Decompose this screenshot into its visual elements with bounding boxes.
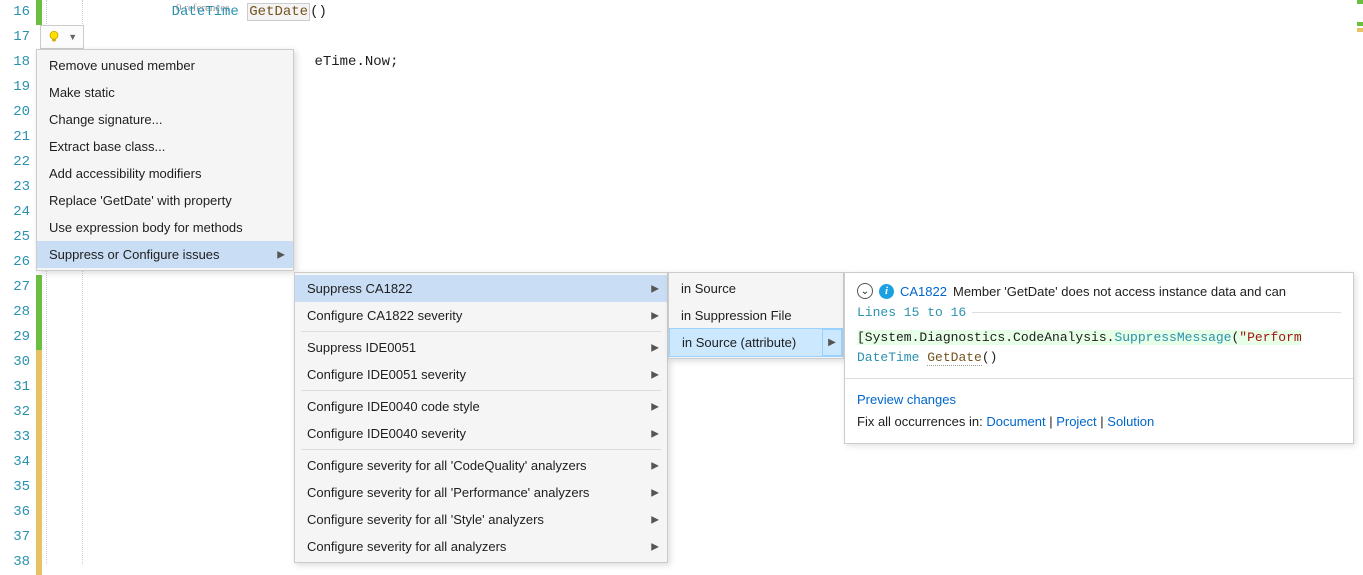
quick-action-item[interactable]: Make static — [37, 79, 293, 106]
submenu-arrow-icon: ▶ — [651, 460, 659, 471]
line-number: 21 — [0, 125, 30, 150]
suppress-target-item[interactable]: in Source (attribute)▶ — [669, 328, 843, 357]
suppress-menu-item[interactable]: Configure IDE0040 code style▶ — [295, 393, 667, 420]
menu-separator — [301, 449, 661, 450]
quick-action-item[interactable]: Add accessibility modifiers — [37, 160, 293, 187]
line-number-gutter: 1617181920212223242526272829303132333435… — [0, 0, 36, 564]
type-keyword: DateTime — [172, 4, 239, 20]
line-number: 32 — [0, 400, 30, 425]
code-fragment: eTime — [314, 54, 356, 70]
suppress-menu-item[interactable]: Suppress CA1822▶ — [295, 275, 667, 302]
quick-actions-menu: Remove unused memberMake staticChange si… — [36, 49, 294, 271]
suppress-menu-item[interactable]: Configure IDE0040 severity▶ — [295, 420, 667, 447]
line-number: 28 — [0, 300, 30, 325]
suppress-target-item[interactable]: in Suppression File — [669, 302, 843, 329]
line-number: 26 — [0, 250, 30, 275]
quick-action-item[interactable]: Remove unused member — [37, 52, 293, 79]
submenu-arrow-icon: ▶ — [651, 401, 659, 412]
submenu-arrow-icon: ▶ — [651, 514, 659, 525]
submenu-arrow-icon: ▶ — [822, 329, 842, 356]
line-number: 27 — [0, 275, 30, 300]
line-number: 34 — [0, 450, 30, 475]
quick-action-item[interactable]: Suppress or Configure issues▶ — [37, 241, 293, 268]
submenu-arrow-icon: ▶ — [651, 428, 659, 439]
method-name: GetDate — [247, 3, 310, 21]
property-name: Now — [365, 54, 390, 70]
line-number: 23 — [0, 175, 30, 200]
suppress-menu-item[interactable]: Configure severity for all 'CodeQuality'… — [295, 452, 667, 479]
suppress-menu-item[interactable]: Configure severity for all 'Performance'… — [295, 479, 667, 506]
suppress-menu-item[interactable]: Configure severity for all analyzers▶ — [295, 533, 667, 560]
quick-action-item[interactable]: Extract base class... — [37, 133, 293, 160]
minimap-marker — [1357, 22, 1363, 26]
minimap-marker — [1357, 28, 1363, 32]
info-icon: i — [879, 284, 894, 299]
fix-all-label: Fix all occurrences in: — [857, 414, 983, 429]
line-number: 18 — [0, 50, 30, 75]
submenu-arrow-icon: ▶ — [651, 310, 659, 321]
submenu-arrow-icon: ▶ — [651, 369, 659, 380]
diagnostic-message: Member 'GetDate' does not access instanc… — [953, 284, 1286, 299]
fix-solution-link[interactable]: Solution — [1107, 414, 1154, 429]
quick-action-item[interactable]: Use expression body for methods — [37, 214, 293, 241]
lightbulb-button[interactable]: ▼ — [40, 25, 84, 49]
lightbulb-icon — [47, 30, 61, 44]
line-number: 25 — [0, 225, 30, 250]
line-number: 22 — [0, 150, 30, 175]
line-number: 35 — [0, 475, 30, 500]
expand-down-icon[interactable]: ⌄ — [857, 283, 873, 299]
submenu-arrow-icon: ▶ — [277, 249, 285, 260]
fix-document-link[interactable]: Document — [986, 414, 1045, 429]
line-number: 33 — [0, 425, 30, 450]
suppress-menu-item[interactable]: Suppress IDE0051▶ — [295, 334, 667, 361]
quick-action-item[interactable]: Change signature... — [37, 106, 293, 133]
line-number: 20 — [0, 100, 30, 125]
code-preview: [System.Diagnostics.CodeAnalysis.Suppres… — [857, 328, 1341, 368]
line-number: 31 — [0, 375, 30, 400]
line-number: 37 — [0, 525, 30, 550]
suppress-target-menu: in Sourcein Suppression Filein Source (a… — [668, 272, 844, 359]
submenu-arrow-icon: ▶ — [651, 541, 659, 552]
line-number: 19 — [0, 75, 30, 100]
menu-separator — [301, 390, 661, 391]
fix-project-link[interactable]: Project — [1056, 414, 1096, 429]
line-number: 17 — [0, 25, 30, 50]
submenu-arrow-icon: ▶ — [651, 487, 659, 498]
chevron-down-icon: ▼ — [68, 32, 77, 42]
suppress-menu-item[interactable]: Configure IDE0051 severity▶ — [295, 361, 667, 388]
fix-preview-panel: ⌄ i CA1822 Member 'GetDate' does not acc… — [844, 272, 1354, 444]
menu-separator — [301, 331, 661, 332]
line-number: 36 — [0, 500, 30, 525]
suppress-menu-item[interactable]: Configure severity for all 'Style' analy… — [295, 506, 667, 533]
suppress-target-item[interactable]: in Source — [669, 275, 843, 302]
line-number: 30 — [0, 350, 30, 375]
suppress-menu-item[interactable]: Configure CA1822 severity▶ — [295, 302, 667, 329]
preview-changes-link[interactable]: Preview changes — [857, 392, 956, 407]
rule-id[interactable]: CA1822 — [900, 284, 947, 299]
line-number: 24 — [0, 200, 30, 225]
minimap-marker — [1357, 0, 1363, 4]
line-range-label: Lines 15 to 16 — [857, 305, 1341, 320]
submenu-arrow-icon: ▶ — [651, 342, 659, 353]
suppress-configure-menu: Suppress CA1822▶Configure CA1822 severit… — [294, 272, 668, 563]
submenu-arrow-icon: ▶ — [651, 283, 659, 294]
line-number: 29 — [0, 325, 30, 350]
line-number: 16 — [0, 0, 30, 25]
line-number: 38 — [0, 550, 30, 575]
quick-action-item[interactable]: Replace 'GetDate' with property — [37, 187, 293, 214]
